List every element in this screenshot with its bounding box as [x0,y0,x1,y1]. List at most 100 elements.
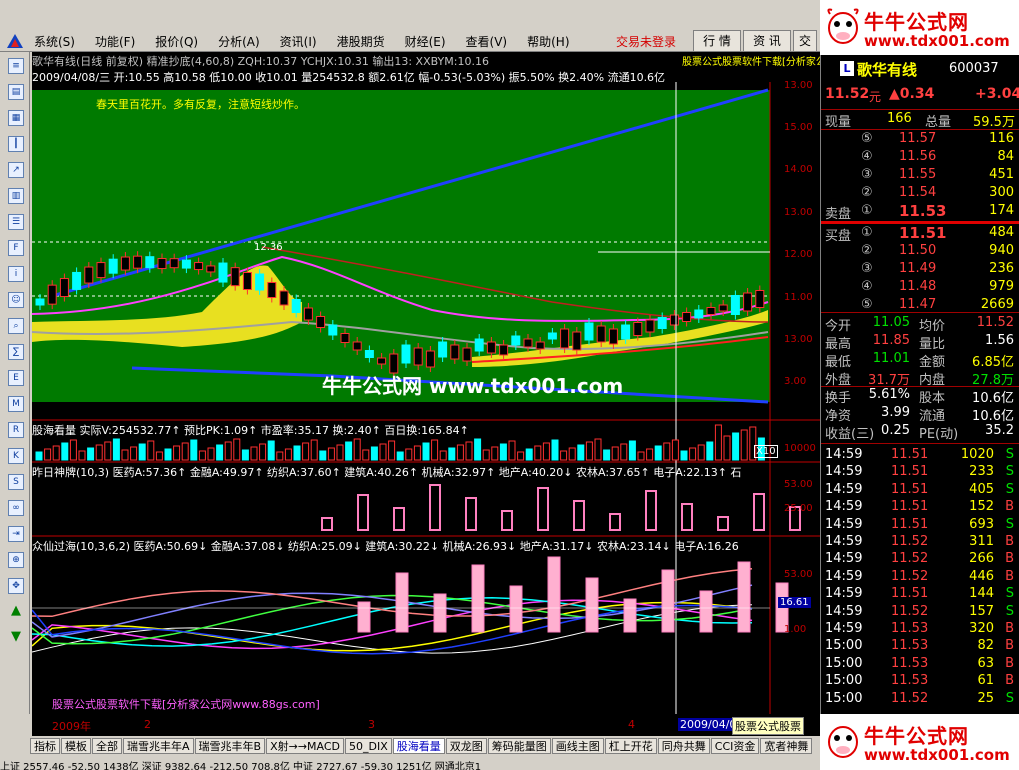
volume-bar [345,441,353,461]
tick-side: B [1005,568,1014,584]
chart-icon[interactable]: ▤ [8,84,24,100]
volume-bar [164,448,172,461]
tick-row[interactable]: 14:59 11.51 144 S [821,586,1019,603]
menu-function[interactable]: 功能(F) [95,33,145,50]
timeline-axis[interactable]: 2009年 2 3 4 2009/04/0 股票公式股票 [32,714,820,736]
sector-bar [547,556,561,633]
ask-row[interactable]: 卖盘 ① 11.53 174 [821,202,1019,222]
kdj-icon[interactable]: K [8,448,24,464]
login-status[interactable]: 交易未登录 [616,33,676,50]
link-icon[interactable]: ∞ [8,500,24,516]
timeline-label: 3 [368,718,375,731]
indicator-tab[interactable]: 股海看量 [392,738,445,754]
move-icon[interactable]: ✥ [8,578,24,594]
f10-icon[interactable]: F [8,240,24,256]
volume-bar [474,438,482,461]
candle-body [59,278,69,298]
etf-icon[interactable]: E [8,370,24,386]
indicator-tab[interactable]: 筹码能量图 [487,738,551,754]
indicator-tab[interactable]: 宽者神舞 [760,738,813,754]
grid-icon[interactable]: ▦ [8,110,24,126]
indicator-tab[interactable]: 瑞雪兆丰年A [123,738,194,754]
tick-row[interactable]: 14:59 11.51 693 S [821,517,1019,534]
tick-row[interactable]: 15:00 11.53 63 B [821,656,1019,673]
indicator-tab[interactable]: 全部 [92,738,122,754]
bid-price: 11.47 [899,297,937,312]
stock-s-icon[interactable]: S [8,474,24,490]
tab-trade[interactable]: 交 [793,30,817,52]
tick-row[interactable]: 14:59 11.51 1020 S [821,447,1019,464]
candle-body [145,256,155,269]
menu-view[interactable]: 查看(V) [466,33,518,50]
table-icon[interactable]: ☰ [8,214,24,230]
calc-icon[interactable]: ∑ [8,344,24,360]
tick-row[interactable]: 14:59 11.51 152 B [821,499,1019,516]
ask-row[interactable]: ④ 11.56 84 [821,149,1019,166]
indicator-tab[interactable]: X射→→MACD [266,738,345,754]
sector-bar [537,487,549,531]
ask-row[interactable]: ③ 11.55 451 [821,167,1019,184]
indicator-tab[interactable]: 模板 [61,738,91,754]
tick-row[interactable]: 15:00 11.53 61 B [821,673,1019,690]
main-panel-bg [32,90,770,402]
kline-chart-area[interactable]: 歌华有线(日线 前复权) 精准抄底(4,60,8) ZQH:10.37 YCHJ… [32,52,820,714]
info-icon[interactable]: i [8,266,24,282]
brand-url[interactable]: www.tdx001.com [864,746,1010,764]
list-icon[interactable]: ≡ [8,58,24,74]
brand-url[interactable]: www.tdx001.com [864,32,1010,50]
export-icon[interactable]: ⇥ [8,526,24,542]
search-icon[interactable]: ⌕ [8,318,24,334]
indicator-tab[interactable]: CCI资金 [710,738,760,754]
candle-body [267,282,277,298]
tick-row[interactable]: 14:59 11.52 446 B [821,569,1019,586]
menu-help[interactable]: 帮助(H) [527,33,579,50]
indicator-tab[interactable]: 杠上开花 [604,738,657,754]
tick-row[interactable]: 14:59 11.51 233 S [821,464,1019,481]
candle-body [181,259,191,269]
indicator-tab[interactable]: 双龙图 [445,738,487,754]
tab-quote[interactable]: 行 情 [693,30,741,52]
indicator-tab[interactable]: 同舟共舞 [657,738,710,754]
menu-analysis[interactable]: 分析(A) [218,33,270,50]
timeline-ad[interactable]: 股票公式股票 [732,717,804,735]
menu-info[interactable]: 资讯(I) [280,33,327,50]
tick-row[interactable]: 14:59 11.52 157 S [821,604,1019,621]
tick-row[interactable]: 14:59 11.52 311 B [821,534,1019,551]
bid-volume: 979 [989,279,1014,294]
volume-bar [542,442,550,461]
chart-ad-top[interactable]: 股票公式股票软件下载[分析家公式网www.88gs.com] [682,53,820,68]
tick-row[interactable]: 14:59 11.52 266 B [821,551,1019,568]
indicator-tab[interactable]: 50_DIX [345,738,392,754]
bid-row[interactable]: ④ 11.48 979 [821,279,1019,296]
rise-icon[interactable]: ↗ [8,162,24,178]
board-icon[interactable]: ▥ [8,188,24,204]
kline-icon[interactable]: ┃ [8,136,24,152]
up-icon[interactable]: ▲ [8,604,24,620]
indicator-tab[interactable]: 指标 [30,738,60,754]
down-icon[interactable]: ▼ [8,630,24,646]
menu-system[interactable]: 系统(S) [34,33,85,50]
indicator-tab[interactable]: 画线主图 [551,738,604,754]
tick-row[interactable]: 15:00 11.52 25 S [821,691,1019,708]
chart-ad-bottom[interactable]: 股票公式股票软件下载[分析家公式网www.88gs.com] [52,696,320,712]
bid-row[interactable]: ② 11.50 940 [821,243,1019,260]
menu-finance[interactable]: 财经(E) [405,33,456,50]
tab-info[interactable]: 资 讯 [743,30,791,52]
rsi-icon[interactable]: R [8,422,24,438]
volume-bar [456,444,464,461]
menu-hk-futures[interactable]: 港股期货 [337,33,395,50]
indicator-tab[interactable]: 瑞雪兆丰年B [194,738,266,754]
macd-icon[interactable]: M [8,396,24,412]
tick-row[interactable]: 15:00 11.53 82 B [821,638,1019,655]
ask-row[interactable]: ② 11.54 300 [821,185,1019,202]
zoomin-icon[interactable]: ⊕ [8,552,24,568]
volume-bar [353,438,361,461]
ask-volume: 300 [989,185,1014,200]
tick-row[interactable]: 14:59 11.51 405 S [821,482,1019,499]
menu-quote[interactable]: 报价(Q) [155,33,208,50]
bid-row[interactable]: 买盘 ① 11.51 484 [821,224,1019,244]
tick-row[interactable]: 14:59 11.53 320 B [821,621,1019,638]
ask-row[interactable]: ⑤ 11.57 116 [821,131,1019,148]
people-icon[interactable]: ☺ [8,292,24,308]
bid-row[interactable]: ③ 11.49 236 [821,261,1019,278]
